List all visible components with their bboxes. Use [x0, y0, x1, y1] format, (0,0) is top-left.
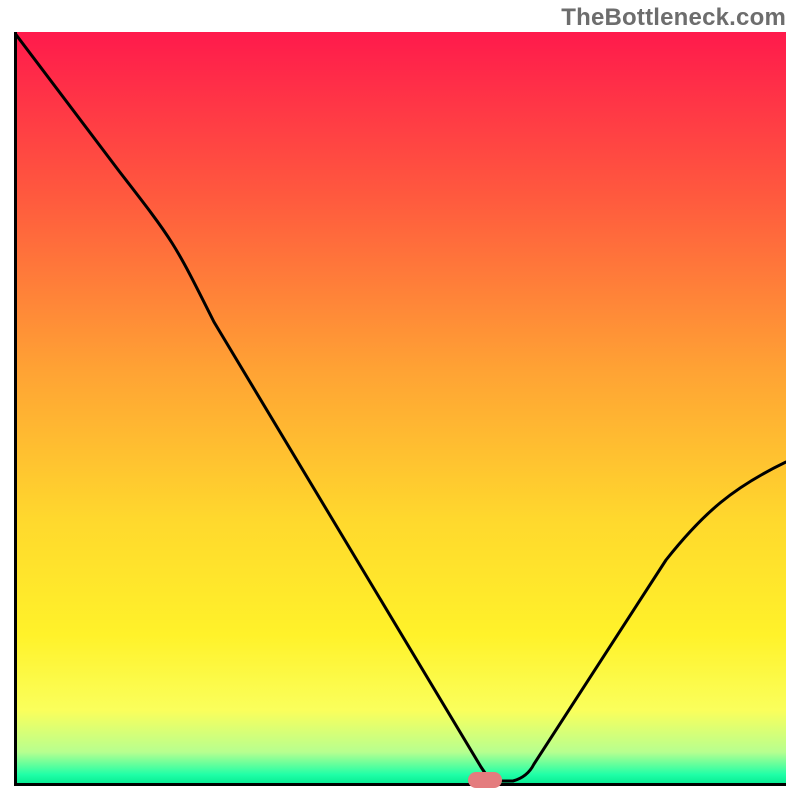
chart-svg — [14, 32, 786, 786]
optimal-point-indicator — [468, 772, 502, 788]
plot-area — [14, 32, 786, 786]
gradient-background — [14, 32, 786, 786]
watermark-label: TheBottleneck.com — [561, 4, 786, 32]
chart-frame: TheBottleneck.com — [0, 0, 800, 800]
